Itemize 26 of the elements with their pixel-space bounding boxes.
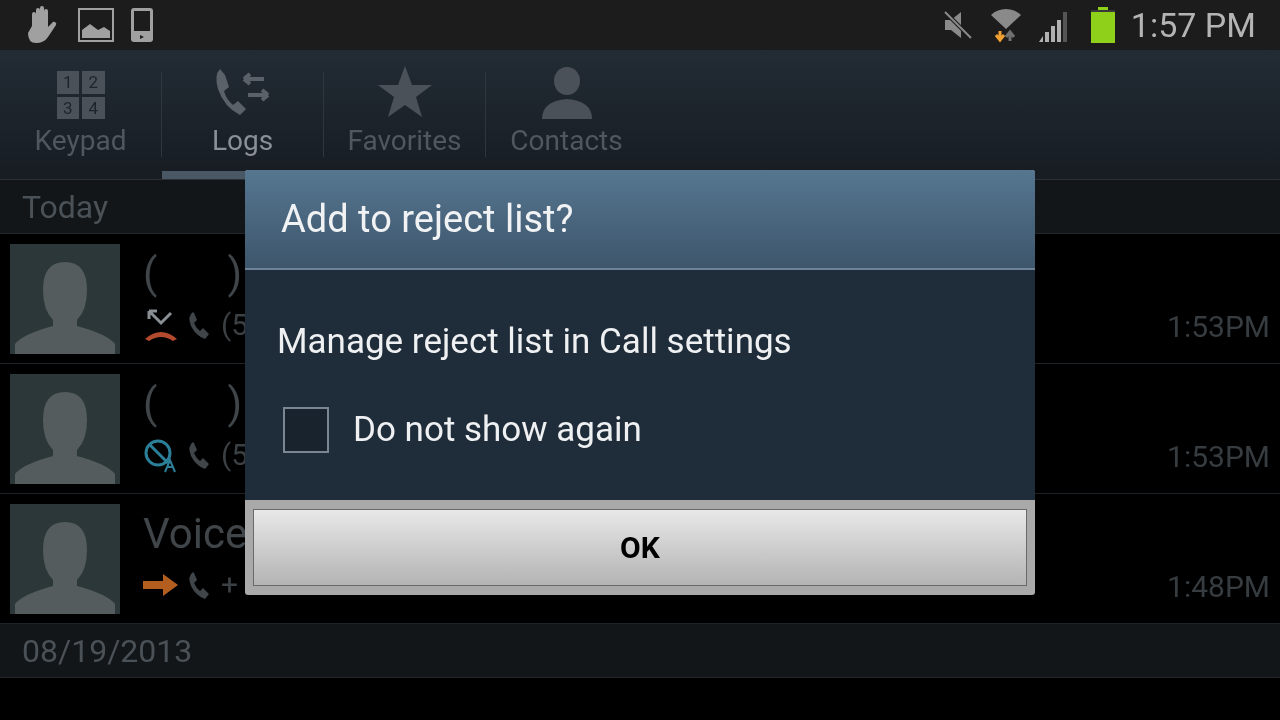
- contact-name: ): [227, 380, 242, 428]
- contact-name: (: [143, 250, 158, 298]
- call-time: 1:48PM: [1167, 568, 1270, 606]
- contact-name: Voice: [143, 510, 248, 558]
- star-icon: [376, 65, 433, 119]
- checkbox[interactable]: [283, 407, 329, 454]
- phone-number: +: [221, 566, 239, 604]
- call-time: 1:53PM: [1167, 308, 1270, 346]
- ok-button[interactable]: OK: [253, 509, 1027, 586]
- section-title: Today: [22, 186, 109, 228]
- mute-icon: [942, 10, 973, 40]
- outgoing-arrow-icon: [143, 572, 179, 597]
- checkbox-label: Do not show again: [353, 408, 642, 452]
- section-title: 08/19/2013: [22, 630, 193, 672]
- call-time: 1:53PM: [1167, 438, 1270, 476]
- contact-name: ): [227, 250, 242, 298]
- contact-name: (: [143, 380, 158, 428]
- battery-icon: [1090, 7, 1115, 43]
- dialog-title: Add to reject list?: [281, 195, 574, 243]
- tab[interactable]: Favorites: [324, 50, 485, 179]
- clock: 1:57 PM: [1130, 3, 1256, 47]
- person-icon: [539, 67, 594, 119]
- tab[interactable]: Contacts: [486, 50, 647, 179]
- phone-icon: [130, 7, 154, 43]
- image-icon: [78, 8, 114, 42]
- dialog-message: Manage reject list in Call settings: [277, 322, 793, 362]
